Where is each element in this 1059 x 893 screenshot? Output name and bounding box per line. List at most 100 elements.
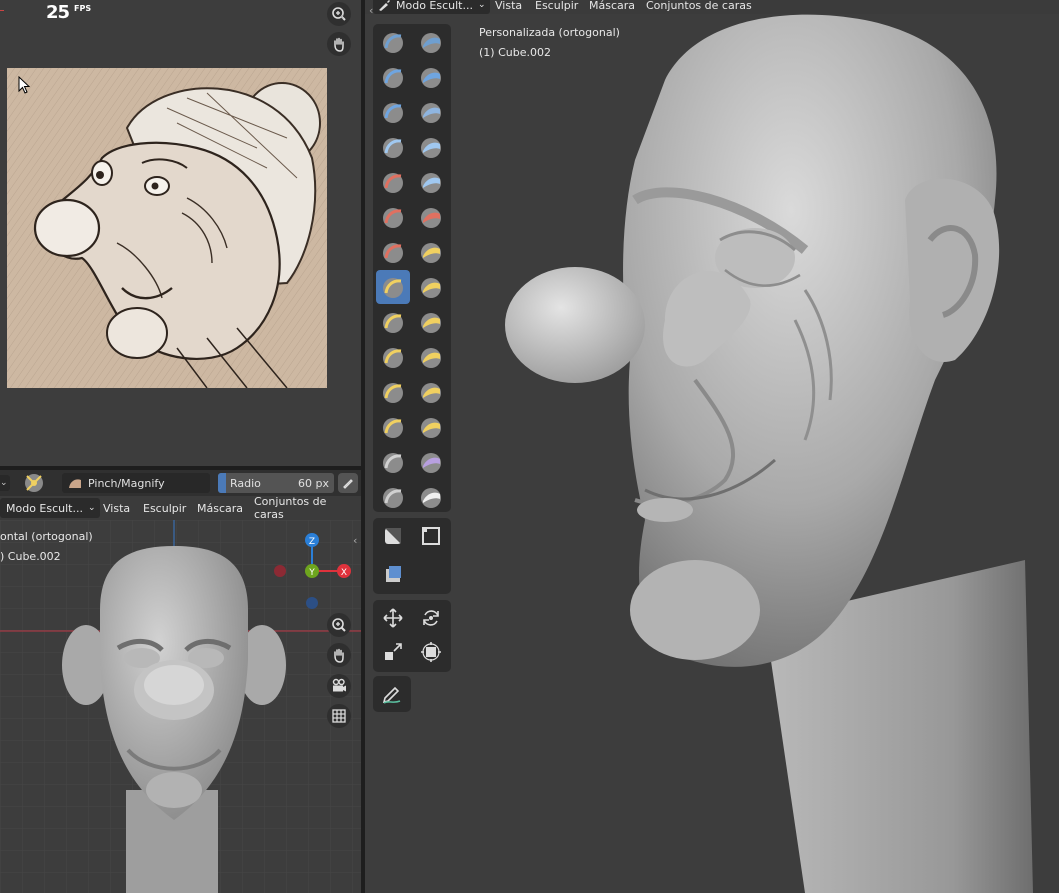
nudge-brush-icon [383, 383, 403, 403]
box-hide-tool[interactable] [414, 519, 448, 553]
rotate-brush-tool[interactable] [414, 375, 448, 409]
annotate-tool[interactable] [375, 677, 409, 711]
blob-brush-tool[interactable] [414, 130, 448, 164]
crease-brush-tool[interactable] [376, 165, 410, 199]
simplify-brush-tool[interactable] [414, 445, 448, 479]
thumb-brush-tool[interactable] [376, 340, 410, 374]
rotate-tool[interactable] [414, 601, 448, 635]
boundary-brush-tool[interactable] [414, 410, 448, 444]
clay-thumb-brush-tool[interactable] [376, 95, 410, 129]
radius-slider-fill [218, 473, 226, 493]
blob-brush-icon [421, 138, 441, 158]
annotate-toolbar [373, 676, 411, 712]
perspective-toggle-button[interactable] [327, 704, 351, 728]
fps-unit: FPS [74, 4, 92, 13]
front-3d-viewport[interactable]: ontal (ortogonal) ) Cube.002 Z X Y ‹ [0, 520, 361, 893]
draw-sharp-brush-icon [421, 33, 441, 53]
camera-icon [332, 678, 346, 692]
draw-brush-tool[interactable] [376, 25, 410, 59]
mode-label: Modo Escult... [6, 501, 83, 515]
menu-conjuntos[interactable]: Conjuntos de caras [248, 495, 361, 521]
annotate-pen-icon [382, 686, 401, 704]
grab-brush-tool[interactable] [414, 270, 448, 304]
scrape-brush-icon [383, 243, 403, 263]
cloth-brush-tool[interactable] [376, 445, 410, 479]
layer-brush-icon [421, 103, 441, 123]
main-3d-viewport[interactable] [365, 0, 1059, 893]
inflate-brush-icon [383, 138, 403, 158]
move-tool[interactable] [376, 601, 410, 635]
gizmo-z-label: Z [309, 537, 315, 547]
transform-toolbar [373, 600, 451, 672]
hand-pan-icon [334, 37, 344, 52]
clay-brush-tool[interactable] [376, 60, 410, 94]
mode-dropdown[interactable]: Modo Escult... ⌄ [0, 498, 100, 518]
grid-icon [332, 709, 346, 723]
active-tool-icon[interactable] [22, 471, 46, 495]
thumb-brush-icon [383, 348, 403, 368]
radius-label: Radio [230, 476, 261, 490]
fill-brush-tool[interactable] [414, 200, 448, 234]
mask-brush-tool[interactable] [376, 480, 410, 514]
draw-face-sets-brush-tool[interactable] [414, 480, 448, 514]
simplify-brush-icon [421, 453, 441, 473]
collapse-arrow-icon[interactable]: ‹ [353, 534, 357, 547]
tool-header: ⌄ Pinch/Magnify Radio 60 px [0, 470, 361, 496]
pose-brush-tool[interactable] [414, 340, 448, 374]
slide-relax-brush-tool[interactable] [376, 410, 410, 444]
pen-pressure-icon [343, 479, 353, 489]
viewport-object-name: ) Cube.002 [0, 550, 61, 563]
box-mask-icon [385, 528, 401, 544]
layer-brush-tool[interactable] [414, 95, 448, 129]
zoom-button[interactable] [327, 2, 351, 26]
box-mask-tool[interactable] [376, 519, 410, 553]
inflate-brush-tool[interactable] [376, 130, 410, 164]
menu-vista[interactable]: Vista [489, 0, 528, 14]
clay-strips-brush-tool[interactable] [414, 60, 448, 94]
header-dropdown-arrow-icon[interactable]: ⌄ [0, 475, 10, 491]
multiplane-scrape-brush-tool[interactable] [414, 235, 448, 269]
collapse-arrow-icon[interactable]: ‹ [369, 4, 373, 17]
clay-strips-brush-icon [421, 68, 441, 88]
scrape-brush-tool[interactable] [376, 235, 410, 269]
flatten-brush-tool[interactable] [376, 200, 410, 234]
draw-sharp-brush-tool[interactable] [414, 25, 448, 59]
sculpt-head-scene [505, 14, 1033, 893]
reference-image-viewer[interactable]: 25 FPS ‹ [0, 0, 361, 468]
elastic-deform-brush-tool[interactable] [376, 305, 410, 339]
mode-label: Modo Escult... [396, 0, 473, 12]
menu-mascara[interactable]: Máscara [191, 498, 249, 518]
smooth-brush-tool[interactable] [414, 165, 448, 199]
brush-preview-icon [69, 479, 81, 488]
slide-relax-brush-icon [383, 418, 403, 438]
timeline-marker [0, 10, 4, 11]
draw-face-sets-brush-icon [421, 488, 441, 508]
nudge-brush-tool[interactable] [376, 375, 410, 409]
brush-selector[interactable]: Pinch/Magnify [62, 473, 210, 493]
brush-name: Pinch/Magnify [88, 476, 165, 490]
pinch-brush-tool[interactable] [376, 270, 410, 304]
menu-vista[interactable]: Vista [97, 498, 136, 518]
transform-tool[interactable] [414, 635, 448, 669]
mask-tool-icon [386, 566, 401, 582]
radius-slider[interactable]: Radio 60 px [218, 473, 334, 493]
scale-tool[interactable] [376, 635, 410, 669]
mask-by-color-tool[interactable] [376, 557, 410, 591]
viewport-view-name: ontal (ortogonal) [0, 530, 93, 543]
navigation-gizmo[interactable]: Z X Y [270, 530, 360, 615]
snake-hook-brush-tool[interactable] [414, 305, 448, 339]
menu-conjuntos[interactable]: Conjuntos de caras [640, 0, 758, 14]
mode-dropdown[interactable]: Modo Escult... ⌄ [373, 0, 490, 14]
axis-gizmo-icon: Z X Y [274, 533, 351, 609]
transform-icon [421, 642, 441, 662]
menu-mascara[interactable]: Máscara [583, 0, 641, 14]
menu-esculpir[interactable]: Esculpir [137, 498, 192, 518]
collapse-arrow-icon[interactable]: ‹ [340, 10, 344, 23]
camera-view-button[interactable] [327, 674, 351, 698]
menu-esculpir[interactable]: Esculpir [529, 0, 584, 14]
pan-button[interactable] [327, 32, 351, 56]
zoom-button[interactable] [327, 613, 351, 637]
pan-button[interactable] [327, 643, 351, 667]
chevron-down-icon: ⌄ [88, 503, 96, 513]
pressure-toggle-button[interactable] [338, 473, 358, 493]
